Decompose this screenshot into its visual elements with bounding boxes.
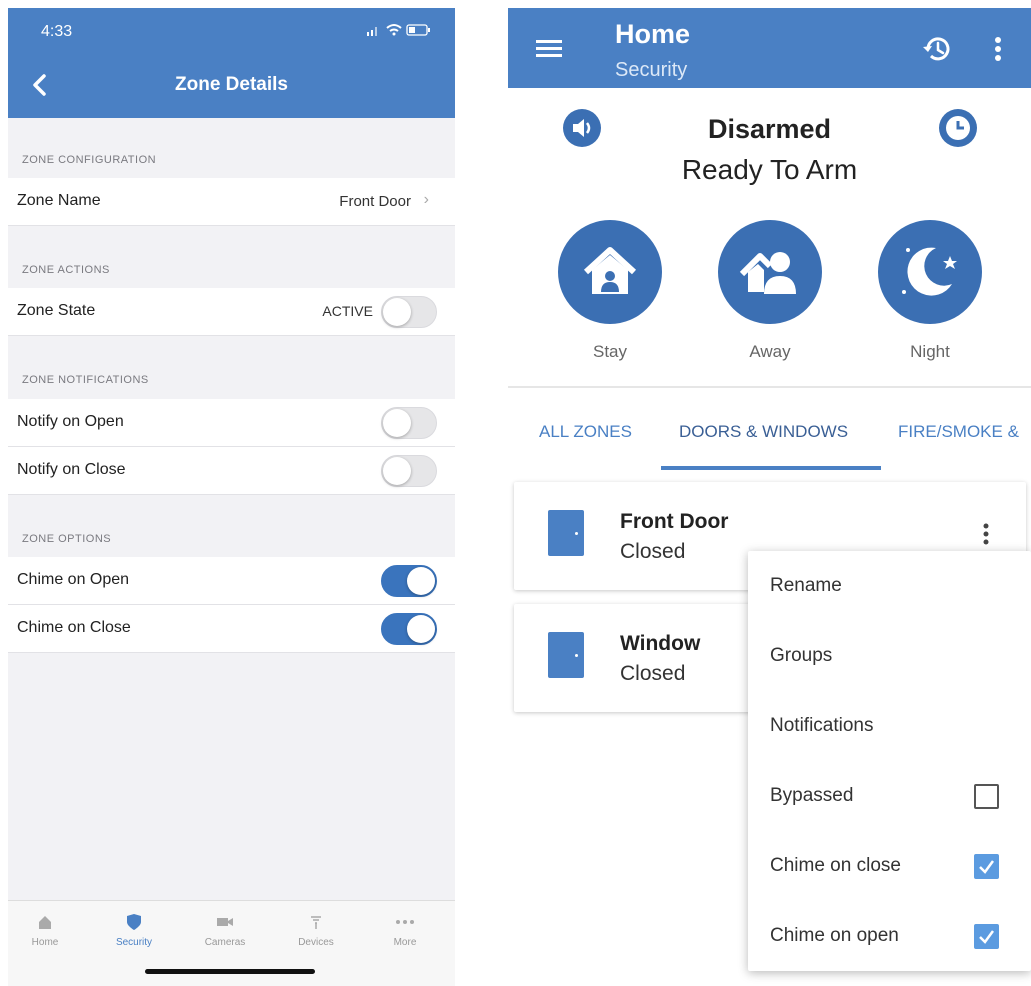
notify-open-toggle[interactable]	[381, 407, 437, 439]
notify-close-toggle[interactable]	[381, 455, 437, 487]
tab-label: Cameras	[204, 937, 246, 948]
chime-close-label: Chime on Close	[17, 619, 131, 636]
toggle-knob	[407, 567, 435, 595]
zone-state: Closed	[620, 662, 686, 685]
chime-open-checkbox[interactable]	[974, 924, 999, 949]
tab-label: Security	[115, 937, 153, 948]
chime-close-checkbox[interactable]	[974, 854, 999, 879]
zone-name-row[interactable]: Zone Name Front Door ›	[8, 178, 455, 226]
status-icons	[367, 23, 431, 40]
zone-state-label: Zone State	[17, 302, 96, 319]
zone-state-value: ACTIVE	[322, 303, 373, 319]
app-title: Home	[615, 19, 691, 49]
checkmark-icon	[979, 930, 995, 944]
door-icon	[548, 510, 584, 556]
tab-security[interactable]: Security	[99, 909, 169, 948]
tab-fire-smoke[interactable]: FIRE/SMOKE &	[898, 422, 1019, 442]
tab-label: Devices	[298, 937, 334, 948]
ios-zone-details-screen: 4:33 Zone Details ZONE CONFIGURATION Zon…	[8, 8, 455, 986]
zone-state: Closed	[620, 540, 686, 563]
zone-name-value: Front Door	[339, 193, 411, 210]
zone-state-toggle[interactable]	[381, 296, 437, 328]
chime-close-toggle[interactable]	[381, 613, 437, 645]
home-indicator	[145, 969, 315, 974]
tab-label: Home	[31, 937, 59, 948]
section-header-configuration: ZONE CONFIGURATION	[22, 154, 157, 166]
android-security-screen: Home Security Disarmed Ready To Arm Stay	[508, 8, 1031, 986]
hamburger-menu-icon[interactable]	[536, 38, 564, 60]
menu-item-chime-close[interactable]: Chime on close	[770, 855, 901, 877]
overflow-menu-icon[interactable]	[988, 34, 1008, 64]
zone-name: Front Door	[620, 510, 729, 533]
tab-doors-windows[interactable]: DOORS & WINDOWS	[679, 422, 848, 442]
tab-cameras[interactable]: Cameras	[190, 909, 260, 948]
tab-devices[interactable]: Devices	[281, 909, 351, 948]
arm-away-label: Away	[749, 342, 791, 361]
toggle-knob	[407, 615, 435, 643]
arm-status-subtitle: Ready To Arm	[681, 154, 858, 185]
tab-home[interactable]: Home	[10, 909, 80, 948]
arm-stay-label: Stay	[592, 342, 628, 361]
clock-icon[interactable]	[938, 108, 978, 148]
notify-open-row: Notify on Open	[8, 399, 455, 447]
menu-item-groups[interactable]: Groups	[770, 645, 832, 667]
menu-item-chime-open[interactable]: Chime on open	[770, 925, 899, 947]
chime-open-label: Chime on Open	[17, 571, 130, 588]
menu-item-notifications[interactable]: Notifications	[770, 715, 874, 737]
page-title: Zone Details	[175, 74, 288, 95]
app-subtitle: Security	[615, 59, 688, 81]
zone-name: Window	[620, 632, 701, 655]
ios-header: 4:33 Zone Details	[8, 8, 455, 118]
signal-wifi-battery-icon	[367, 24, 430, 36]
chime-open-toggle[interactable]	[381, 565, 437, 597]
camera-icon	[190, 909, 260, 935]
section-header-options: ZONE OPTIONS	[22, 533, 112, 545]
arm-night-button[interactable]	[878, 220, 982, 324]
arm-night-label: Night	[910, 342, 950, 361]
status-time: 4:33	[41, 23, 73, 40]
chevron-right-icon: ›	[423, 191, 429, 208]
toggle-knob	[383, 298, 411, 326]
tab-more[interactable]: More	[370, 909, 440, 948]
bypassed-checkbox[interactable]	[974, 784, 999, 809]
active-tab-indicator	[661, 466, 881, 470]
arm-away-button[interactable]	[718, 220, 822, 324]
devices-icon	[281, 909, 351, 935]
section-header-actions: ZONE ACTIONS	[22, 264, 110, 276]
people-house-icon	[739, 252, 796, 294]
checkmark-icon	[979, 860, 995, 874]
notify-close-label: Notify on Close	[17, 461, 126, 478]
divider	[508, 386, 1031, 388]
more-dots-icon	[370, 909, 440, 935]
tab-all-zones[interactable]: ALL ZONES	[539, 422, 632, 442]
history-icon[interactable]	[920, 32, 954, 66]
toggle-knob	[383, 457, 411, 485]
house-icon	[583, 247, 637, 294]
notify-open-label: Notify on Open	[17, 413, 124, 430]
home-icon	[10, 909, 80, 935]
arm-stay-button[interactable]	[558, 220, 662, 324]
zone-context-menu: Rename Groups Notifications Bypassed Chi…	[748, 551, 1031, 971]
chime-open-row: Chime on Open	[8, 557, 455, 605]
zone-overflow-icon[interactable]	[978, 520, 994, 550]
notify-close-row: Notify on Close	[8, 447, 455, 495]
menu-item-bypassed[interactable]: Bypassed	[770, 785, 853, 807]
window-icon	[548, 632, 584, 678]
toggle-knob	[383, 409, 411, 437]
moon-stars-icon	[902, 247, 957, 296]
section-header-notifications: ZONE NOTIFICATIONS	[22, 374, 149, 386]
android-app-bar: Home Security	[508, 8, 1031, 88]
tab-label: More	[393, 937, 417, 948]
chime-close-row: Chime on Close	[8, 605, 455, 653]
zone-state-row: Zone State ACTIVE	[8, 288, 455, 336]
zone-name-label: Zone Name	[17, 192, 101, 209]
menu-item-rename[interactable]: Rename	[770, 575, 842, 597]
shield-icon	[99, 909, 169, 935]
